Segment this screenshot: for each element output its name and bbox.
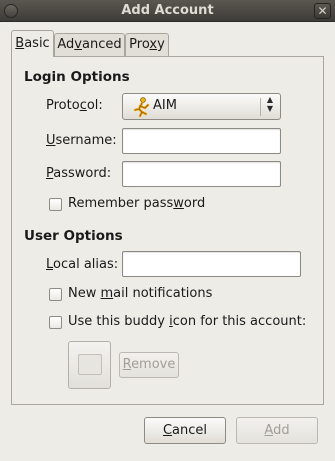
remember-label-rest: ord bbox=[183, 196, 206, 211]
new-mail-label[interactable]: New mail notifications bbox=[68, 286, 212, 301]
remember-label-pre: Remember pass bbox=[68, 196, 174, 211]
password-field[interactable] bbox=[122, 161, 281, 187]
add-button[interactable]: Add bbox=[236, 417, 318, 444]
buddy-icon-button bbox=[68, 341, 111, 389]
remember-password-label[interactable]: Remember password bbox=[68, 196, 205, 211]
protocol-value: AIM bbox=[153, 98, 177, 113]
tab-proxy-label-pre: Pro bbox=[129, 37, 150, 52]
close-icon[interactable]: ✕ bbox=[314, 3, 331, 19]
cancel-button[interactable]: Cancel bbox=[144, 417, 226, 444]
tab-advanced-mnemonic: v bbox=[74, 37, 82, 52]
buddy-icon-placeholder-icon bbox=[78, 354, 102, 375]
tab-proxy-mnemonic: x bbox=[149, 37, 158, 52]
tab-advanced-label: anced bbox=[82, 37, 122, 52]
user-options-heading: User Options bbox=[24, 228, 123, 244]
protocol-mnemonic: c bbox=[79, 98, 87, 113]
alias-mnemonic: L bbox=[46, 257, 54, 272]
username-field[interactable] bbox=[122, 128, 281, 154]
new-mail-checkbox[interactable] bbox=[49, 288, 62, 301]
new-mail-mnemonic: m bbox=[100, 286, 114, 301]
new-mail-label-pre: New bbox=[68, 286, 101, 301]
password-label: Password: bbox=[46, 166, 111, 181]
aim-running-man-icon bbox=[133, 97, 150, 117]
remove-mnemonic: R bbox=[122, 357, 132, 372]
title-bar: Add Account ✕ bbox=[0, 0, 335, 22]
local-alias-field[interactable] bbox=[122, 251, 301, 277]
remove-button[interactable]: Remove bbox=[119, 352, 179, 378]
protocol-label-pre: Proto bbox=[46, 98, 80, 113]
window-title: Add Account bbox=[121, 3, 214, 18]
combo-arrows-icon: ▲ ▼ bbox=[266, 95, 274, 113]
new-mail-label-rest: ail notifications bbox=[113, 286, 213, 301]
remember-mnemonic: w bbox=[173, 196, 184, 211]
tab-basic[interactable]: Basic bbox=[11, 30, 54, 57]
add-label-rest: dd bbox=[273, 423, 290, 438]
cancel-label-rest: ancel bbox=[172, 423, 208, 438]
buddy-icon-label[interactable]: Use this buddy icon for this account: bbox=[68, 314, 306, 329]
password-label-rest: assword: bbox=[53, 166, 112, 181]
buddy-icon-label-rest: con for this account: bbox=[172, 314, 307, 329]
tab-basic-mnemonic: B bbox=[15, 36, 25, 51]
tab-basic-label: asic bbox=[24, 36, 50, 51]
buddy-icon-label-pre: Use this buddy bbox=[68, 314, 170, 329]
tab-proxy[interactable]: Proxy bbox=[125, 33, 169, 56]
login-options-heading: Login Options bbox=[24, 69, 130, 85]
protocol-label-rest: ol: bbox=[86, 98, 103, 113]
protocol-combo[interactable]: AIM ▲ ▼ bbox=[122, 93, 281, 120]
username-label-rest: sername: bbox=[55, 133, 117, 148]
tab-advanced[interactable]: Advanced bbox=[54, 33, 125, 56]
tab-advanced-label-pre: Ad bbox=[57, 37, 75, 52]
combo-separator bbox=[260, 98, 261, 116]
remove-label-rest: emove bbox=[131, 357, 176, 372]
username-label: Username: bbox=[46, 133, 117, 148]
cancel-mnemonic: C bbox=[162, 423, 173, 438]
tab-proxy-label: y bbox=[157, 37, 165, 52]
protocol-label: Protocol: bbox=[46, 98, 103, 113]
remember-password-checkbox[interactable] bbox=[49, 198, 62, 211]
add-mnemonic: A bbox=[264, 423, 274, 438]
local-alias-label: Local alias: bbox=[46, 257, 118, 272]
buddy-icon-checkbox[interactable] bbox=[49, 316, 62, 329]
alias-label-rest: ocal alias: bbox=[53, 257, 119, 272]
username-mnemonic: U bbox=[46, 133, 56, 148]
